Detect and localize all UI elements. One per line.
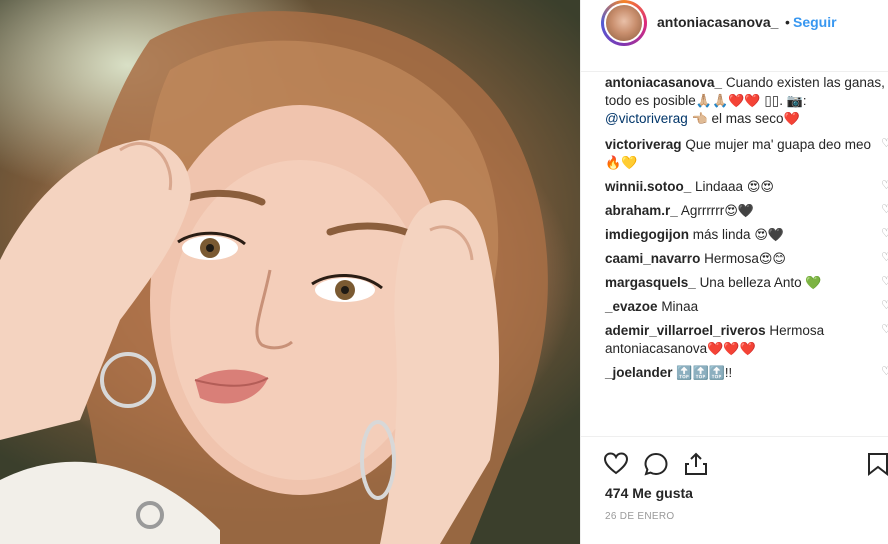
heart-outline-icon[interactable]: ♡ — [881, 299, 888, 311]
header-separator: • — [785, 14, 790, 30]
comment-emojis: 😍🖤 — [754, 227, 785, 242]
post-header: antoniacasanova_ • Seguir — [581, 0, 888, 72]
post-sidebar: antoniacasanova_ • Seguir antoniacasanov… — [580, 0, 888, 544]
follow-button[interactable]: Seguir — [793, 14, 837, 30]
comment-item: ademir_villarroel_riveros Hermosa antoni… — [605, 322, 888, 358]
comment-item: abraham.r_ Agrrrrrr😍🖤 ♡ — [605, 202, 888, 220]
share-icon[interactable] — [683, 451, 709, 477]
avatar-image — [604, 3, 644, 43]
comment-item: _joelander 🔝🔝🔝!! ♡ — [605, 364, 888, 382]
comment-username[interactable]: victoriverag — [605, 137, 682, 152]
avatar[interactable] — [601, 0, 647, 46]
heart-emoji: ❤️ — [783, 111, 800, 126]
heart-outline-icon[interactable] — [603, 451, 629, 477]
comment-text: Agrrrrrr — [680, 203, 725, 218]
heart-outline-icon[interactable]: ♡ — [881, 227, 888, 239]
comment-text: Lindaaa — [695, 179, 744, 194]
caption-emojis: 🙏🏼🙏🏼❤️❤️ — [695, 93, 761, 108]
comment-username[interactable]: imdiegogijon — [605, 227, 689, 242]
comment-text: Hermosa — [704, 251, 759, 266]
comment-username[interactable]: margasquels_ — [605, 275, 696, 290]
comment-text: Que mujer ma' guapa deo meo — [685, 137, 871, 152]
comment-username[interactable]: ademir_villarroel_riveros — [605, 323, 766, 338]
speech-bubble-icon[interactable] — [643, 451, 669, 477]
caption-boxes: ▯▯. — [764, 93, 783, 108]
post-caption: antoniacasanova_ Cuando existen las gana… — [605, 74, 888, 128]
comment-item: _evazoe Minaa ♡ — [605, 298, 888, 316]
comment-username[interactable]: abraham.r_ — [605, 203, 678, 218]
comment-item: imdiegogijon más linda 😍🖤 ♡ — [605, 226, 888, 244]
post-date[interactable]: 26 DE ENERO — [605, 511, 674, 522]
comment-username[interactable]: winnii.sotoo_ — [605, 179, 691, 194]
heart-outline-icon[interactable]: ♡ — [881, 323, 888, 335]
heart-outline-icon[interactable]: ♡ — [881, 365, 888, 377]
comment-emojis: 😍😊 — [758, 251, 786, 266]
comment-username[interactable]: caami_navarro — [605, 251, 700, 266]
comment-emojis: 😍😍 — [746, 179, 774, 194]
heart-outline-icon[interactable]: ♡ — [881, 179, 888, 191]
heart-outline-icon[interactable]: ♡ — [881, 275, 888, 287]
camera-emoji: 📷: — [786, 93, 807, 108]
comments-list: antoniacasanova_ Cuando existen las gana… — [605, 74, 888, 388]
comment-text: más linda — [692, 227, 751, 242]
post-actions: 474 Me gusta 26 DE ENERO — [581, 436, 888, 544]
likes-count[interactable]: 474 Me gusta — [605, 485, 693, 501]
comment-emojis: 💚 — [805, 275, 822, 290]
heart-outline-icon[interactable]: ♡ — [881, 251, 888, 263]
comment-text: Minaa — [661, 299, 699, 314]
comment-text: Una belleza Anto — [699, 275, 802, 290]
caption-text-2: el mas seco — [711, 111, 784, 126]
caption-username[interactable]: antoniacasanova_ — [605, 75, 722, 90]
comment-emojis: 😍🖤 — [724, 203, 755, 218]
comment-username[interactable]: _evazoe — [605, 299, 658, 314]
comment-emojis: ❤️❤️❤️ — [707, 341, 756, 356]
header-username[interactable]: antoniacasanova_ — [657, 14, 778, 30]
pointing-emoji: 👈🏼 — [691, 111, 708, 126]
comment-item: victoriverag Que mujer ma' guapa deo meo… — [605, 136, 888, 172]
comment-emojis: 🔝🔝🔝!! — [676, 365, 733, 380]
heart-outline-icon[interactable]: ♡ — [881, 203, 888, 215]
bookmark-icon[interactable] — [865, 451, 888, 477]
caption-mention[interactable]: @victoriverag — [605, 111, 688, 126]
portrait-illustration — [0, 11, 548, 544]
comment-emojis: 🔥💛 — [605, 155, 638, 170]
comment-item: margasquels_ Una belleza Anto 💚 ♡ — [605, 274, 888, 292]
comment-item: caami_navarro Hermosa😍😊 ♡ — [605, 250, 888, 268]
comment-username[interactable]: _joelander — [605, 365, 673, 380]
instagram-post: antoniacasanova_ • Seguir antoniacasanov… — [0, 0, 888, 544]
comment-item: winnii.sotoo_ Lindaaa 😍😍 ♡ — [605, 178, 888, 196]
heart-outline-icon[interactable]: ♡ — [881, 137, 888, 149]
post-photo[interactable] — [0, 0, 580, 544]
